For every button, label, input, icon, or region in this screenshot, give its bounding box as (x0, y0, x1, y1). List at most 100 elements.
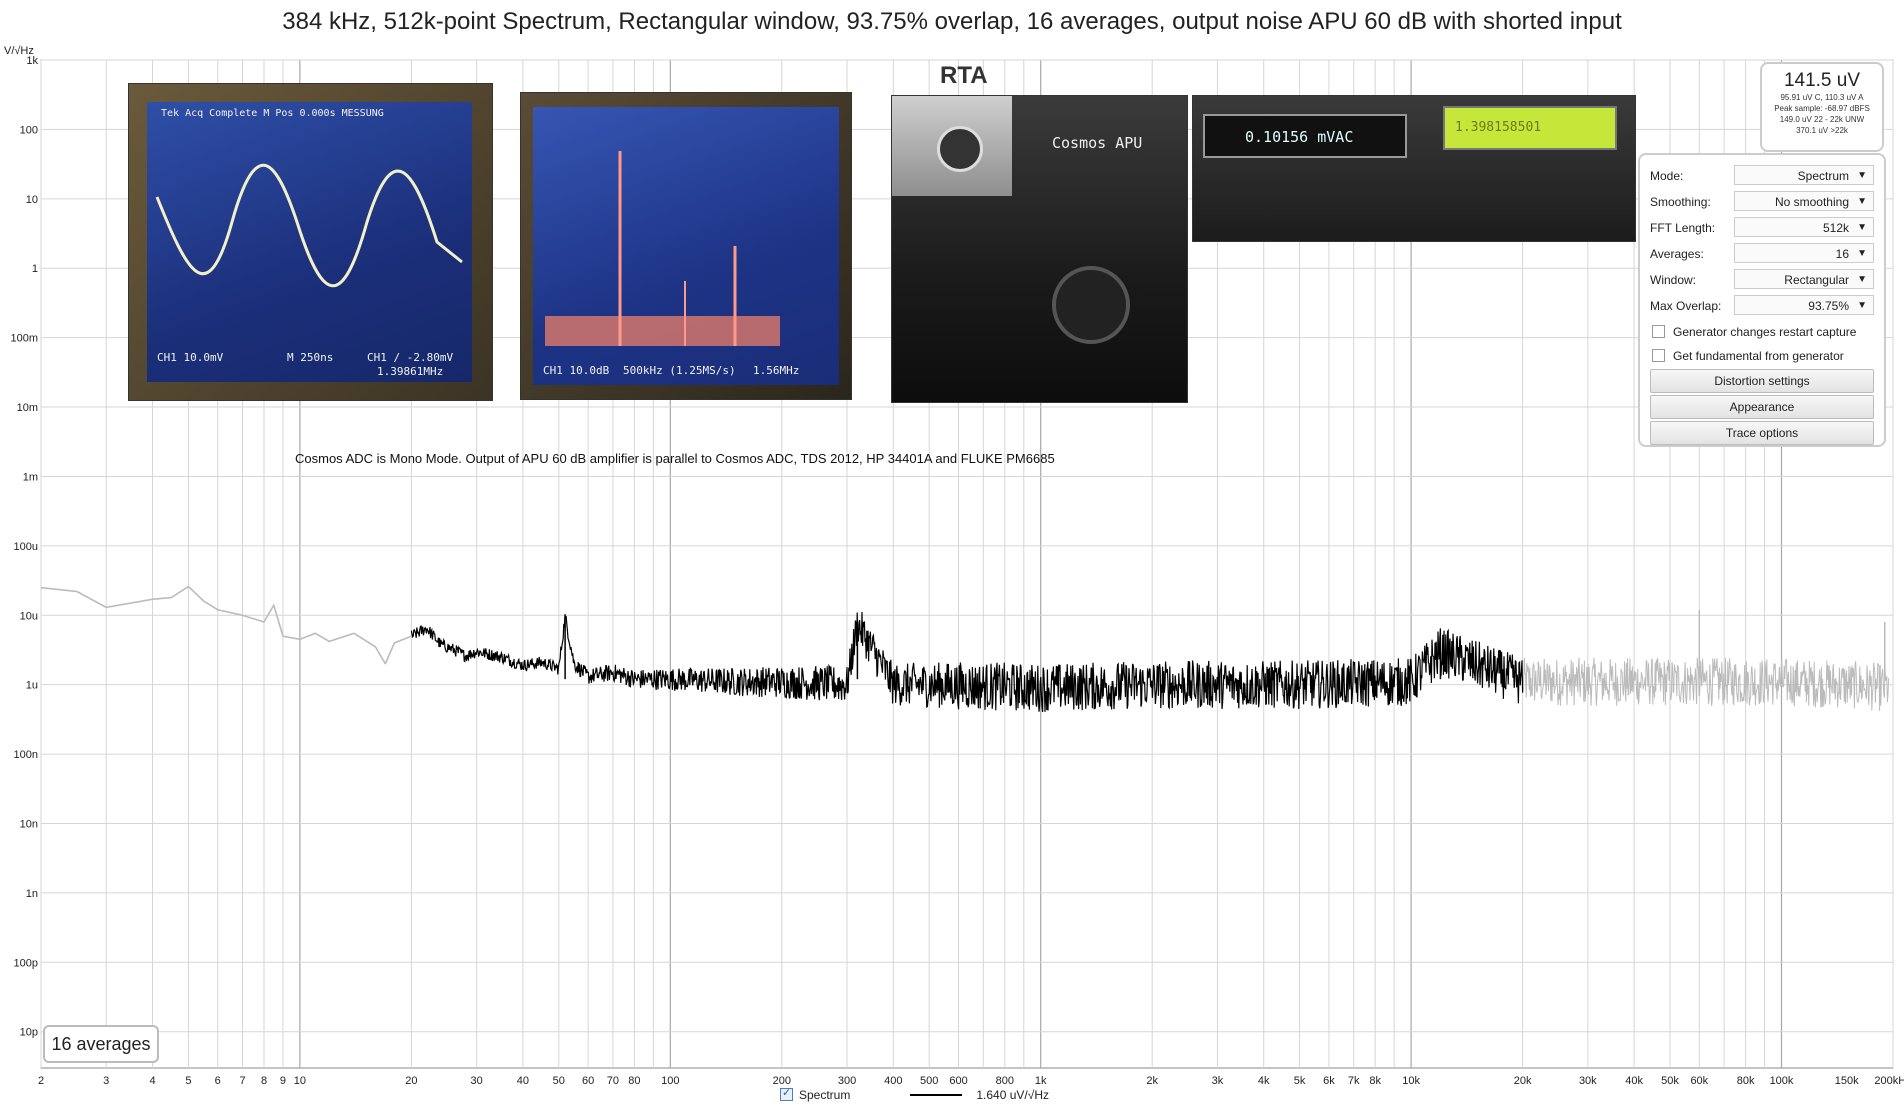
chevron-down-icon: ▼ (1857, 300, 1867, 311)
x-tick-label: 200kHz (1874, 1075, 1904, 1087)
x-tick-label: 20k (1514, 1075, 1532, 1087)
window-row: Window: Rectangular ▼ (1650, 269, 1874, 291)
fft-length-label: FFT Length: (1650, 221, 1716, 235)
osc1-timebase: M 250ns (287, 351, 334, 364)
x-tick-label: 300 (838, 1075, 856, 1087)
y-tick-label: 1u (26, 680, 38, 692)
averages-select[interactable]: 16 ▼ (1734, 243, 1874, 263)
averages-label: Averages: (1650, 247, 1704, 261)
y-tick-label: 100u (14, 541, 38, 553)
readout-peak: Peak sample: -68.97 dBFS (1774, 104, 1870, 113)
level-readout: 141.5 uV 95.91 uV C, 110.3 uV A Peak sam… (1760, 62, 1884, 152)
legend-cursor-value: 1.640 uV/√Hz (976, 1088, 1049, 1102)
x-tick-label: 4k (1258, 1075, 1270, 1087)
distortion-settings-button[interactable]: Distortion settings (1650, 369, 1874, 393)
legend: Spectrum 1.640 uV/√Hz (780, 1086, 1049, 1102)
x-tick-label: 3k (1212, 1075, 1224, 1087)
spectrum-visibility-checkbox[interactable] (780, 1086, 793, 1101)
x-tick-label: 150k (1835, 1075, 1859, 1087)
fundamental-checkbox[interactable]: Get fundamental from generator (1652, 349, 1844, 363)
fft-length-row: FFT Length: 512k ▼ (1650, 217, 1874, 239)
x-tick-label: 6k (1323, 1075, 1335, 1087)
checkbox-icon (1652, 349, 1665, 362)
x-tick-label: 50k (1661, 1075, 1679, 1087)
readout-ultrasonic: 370.1 uV >22k (1796, 126, 1848, 135)
rta-label: RTA (940, 62, 988, 89)
chart-annotation: Cosmos ADC is Mono Mode. Output of APU 6… (295, 451, 1055, 466)
x-tick-label: 80 (628, 1075, 640, 1087)
mode-label: Mode: (1650, 169, 1684, 183)
checkbox-icon (1652, 325, 1665, 338)
legend-line-swatch (910, 1094, 963, 1096)
window-label: Window: (1650, 273, 1697, 287)
x-tick-label: 60 (582, 1075, 594, 1087)
mode-row: Mode: Spectrum ▼ (1650, 165, 1874, 187)
averages-row: Averages: 16 ▼ (1650, 243, 1874, 265)
appearance-button[interactable]: Appearance (1650, 395, 1874, 419)
x-tick-label: 8 (261, 1075, 267, 1087)
fft-length-select[interactable]: 512k ▼ (1734, 217, 1874, 237)
x-tick-label: 60k (1690, 1075, 1708, 1087)
x-tick-label: 100k (1770, 1075, 1794, 1087)
chevron-down-icon: ▼ (1857, 170, 1867, 181)
y-tick-label: 100n (14, 749, 38, 761)
x-tick-label: 5k (1294, 1075, 1306, 1087)
y-tick-label: 1m (23, 471, 38, 483)
x-tick-label: 50 (553, 1075, 565, 1087)
fluke-reading: 1.398158501 (1455, 120, 1542, 135)
x-tick-label: 800 (996, 1075, 1014, 1087)
y-tick-label: 100p (14, 957, 38, 969)
osc1-frequency: 1.39861MHz (377, 365, 444, 378)
osc2-span: 500kHz (1.25MS/s) (623, 364, 736, 377)
x-tick-label: 400 (884, 1075, 902, 1087)
overlap-row: Max Overlap: 93.75% ▼ (1650, 295, 1874, 317)
x-tick-label: 2 (38, 1075, 44, 1087)
smoothing-label: Smoothing: (1650, 195, 1711, 209)
smoothing-select[interactable]: No smoothing ▼ (1734, 191, 1874, 211)
x-tick-label: 70 (607, 1075, 619, 1087)
rms-value: 141.5 uV (1783, 70, 1861, 91)
osc1-measure: CH1 ∕ -2.80mV (367, 351, 454, 364)
x-tick-label: 600 (949, 1075, 967, 1087)
osc1-top-label: Tek Acq Complete M Pos 0.000s MESSUNG (161, 108, 384, 119)
y-tick-label: 10u (20, 610, 38, 622)
chevron-down-icon: ▼ (1857, 274, 1867, 285)
analyzer-screen: CH1 10.0dB 500kHz (1.25MS/s) 1.56MHz (533, 107, 839, 385)
mode-select[interactable]: Spectrum ▼ (1734, 165, 1874, 185)
x-tick-label: 40 (517, 1075, 529, 1087)
oscilloscope-screen: Tek Acq Complete M Pos 0.000s MESSUNG CH… (147, 102, 472, 382)
chevron-down-icon: ▼ (1857, 248, 1867, 259)
chevron-down-icon: ▼ (1857, 222, 1867, 233)
fluke-display: 1.398158501 (1443, 106, 1617, 150)
spectrum-analyzer-photo: CH1 10.0dB 500kHz (1.25MS/s) 1.56MHz (520, 92, 852, 400)
x-tick-label: 100 (661, 1075, 679, 1087)
smoothing-row: Smoothing: No smoothing ▼ (1650, 191, 1874, 213)
x-tick-label: 2k (1146, 1075, 1158, 1087)
x-tick-label: 10k (1402, 1075, 1420, 1087)
xlr-panel-image (892, 96, 1012, 196)
osc2-channel: CH1 10.0dB (543, 364, 610, 377)
readout-unweighted: 149.0 uV 22 - 22k UNW (1779, 115, 1865, 124)
legend-spectrum-label: Spectrum (799, 1088, 851, 1102)
y-tick-label: 10n (20, 818, 38, 830)
x-tick-label: 7k (1348, 1075, 1360, 1087)
sine-waveform-image (155, 163, 463, 288)
window-select[interactable]: Rectangular ▼ (1734, 269, 1874, 289)
x-tick-label: 80k (1737, 1075, 1755, 1087)
y-tick-label: 10 (26, 194, 38, 206)
y-axis-label: V/√Hz (4, 45, 34, 57)
x-tick-label: 30k (1579, 1075, 1597, 1087)
cosmos-apu-photo: Cosmos APU (891, 95, 1188, 403)
y-tick-label: 100 (20, 124, 38, 136)
apu-brand: Cosmos APU (1052, 134, 1143, 152)
y-tick-label: 1n (26, 888, 38, 900)
overlap-label: Max Overlap: (1650, 299, 1722, 313)
overlap-select[interactable]: 93.75% ▼ (1734, 295, 1874, 315)
generator-restart-checkbox[interactable]: Generator changes restart capture (1652, 325, 1856, 339)
spectrum-trace-image (545, 151, 780, 346)
trace-options-button[interactable]: Trace options (1650, 421, 1874, 445)
osc2-frequency: 1.56MHz (753, 364, 800, 377)
hp-display: 0.10156 mVAC (1203, 114, 1407, 158)
x-tick-label: 10 (294, 1075, 306, 1087)
x-tick-label: 40k (1625, 1075, 1643, 1087)
